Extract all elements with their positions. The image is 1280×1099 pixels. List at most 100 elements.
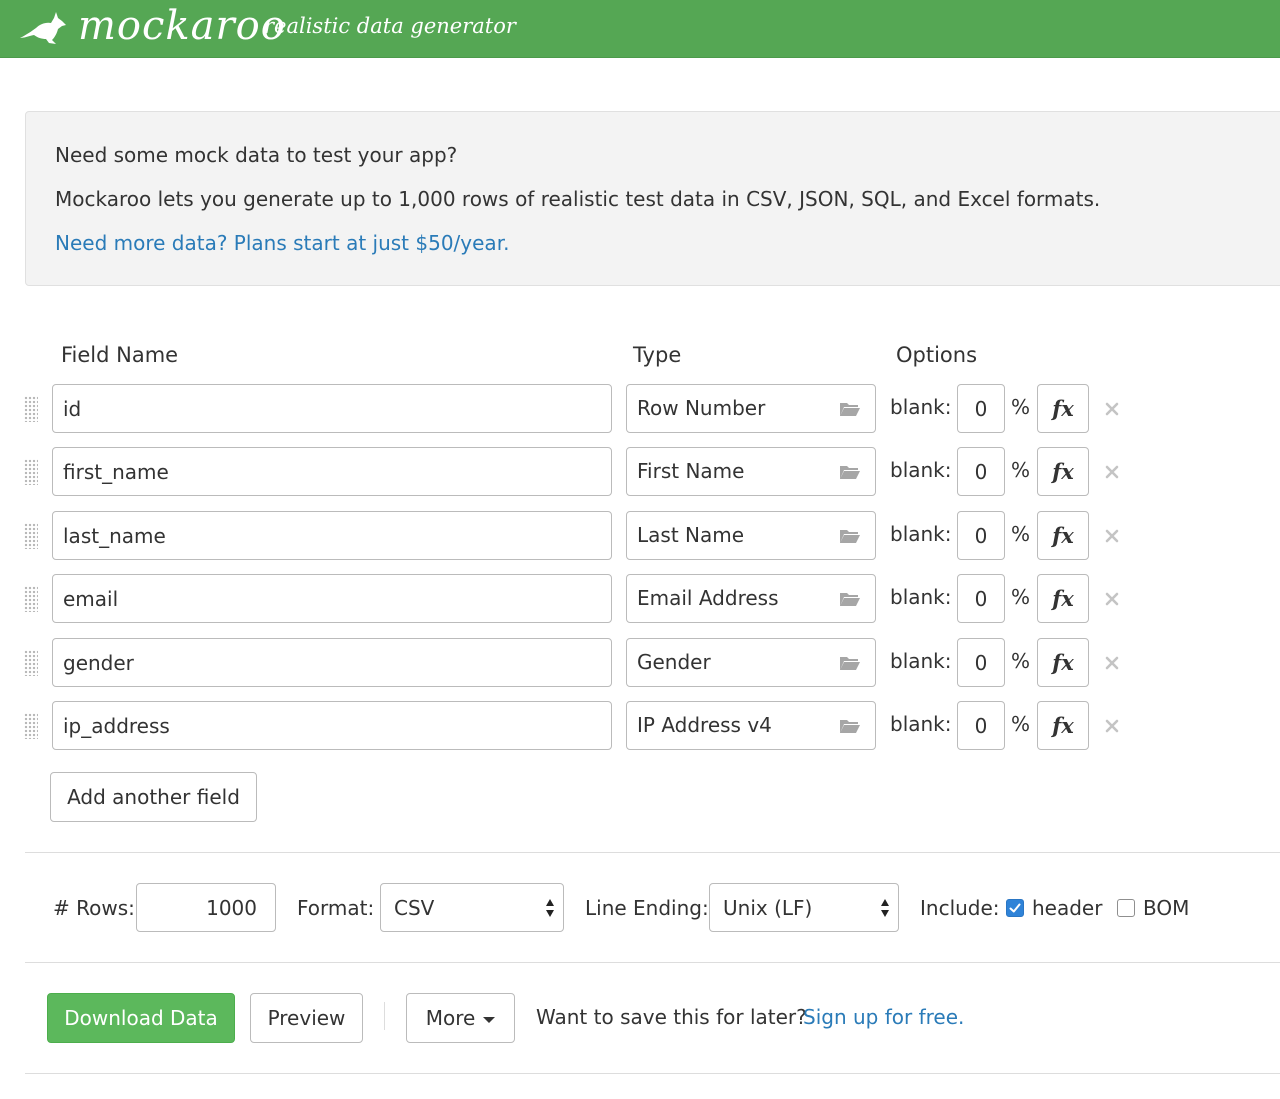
add-field-button[interactable]: Add another field (50, 772, 257, 822)
save-prompt: Want to save this for later? (536, 1005, 807, 1029)
divider (25, 852, 1280, 853)
blank-label: blank: (890, 585, 952, 609)
folder-open-icon (840, 530, 860, 543)
field-name-input[interactable] (52, 638, 612, 687)
percent-sign: % (1011, 585, 1031, 609)
formula-button[interactable]: fx (1037, 574, 1089, 623)
type-label: Row Number (637, 396, 766, 420)
top-header: mockaroo realistic data generator (0, 0, 1280, 58)
formula-button[interactable]: fx (1037, 701, 1089, 750)
tagline: realistic data generator (264, 14, 516, 38)
blank-label: blank: (890, 458, 952, 482)
type-header: Type (633, 343, 682, 367)
field-name-input[interactable] (52, 511, 612, 560)
field-name-input[interactable] (52, 384, 612, 433)
remove-field-icon[interactable] (1103, 590, 1121, 608)
divider (25, 962, 1280, 963)
percent-sign: % (1011, 458, 1031, 482)
kangaroo-logo-icon[interactable] (16, 8, 68, 48)
field-row: Email Address blank: % fx (0, 574, 1280, 626)
type-selector[interactable]: Last Name (626, 511, 876, 560)
remove-field-icon[interactable] (1103, 717, 1121, 735)
drag-handle-icon[interactable] (24, 713, 38, 739)
checkmark-icon (1009, 903, 1021, 913)
formula-button[interactable]: fx (1037, 511, 1089, 560)
type-selector[interactable]: IP Address v4 (626, 701, 876, 750)
rows-input[interactable] (136, 883, 276, 932)
blank-percent-input[interactable] (957, 638, 1005, 687)
rows-label: # Rows: (53, 896, 135, 920)
blank-label: blank: (890, 649, 952, 673)
drag-handle-icon[interactable] (24, 459, 38, 485)
bom-checkbox[interactable] (1117, 899, 1135, 917)
drag-handle-icon[interactable] (24, 650, 38, 676)
field-row: Last Name blank: % fx (0, 511, 1280, 563)
header-checkbox[interactable] (1006, 899, 1024, 917)
formula-button[interactable]: fx (1037, 447, 1089, 496)
drag-handle-icon[interactable] (24, 586, 38, 612)
blank-label: blank: (890, 395, 952, 419)
type-label: Gender (637, 650, 711, 674)
more-label: More (425, 1006, 476, 1030)
formula-button[interactable]: fx (1037, 384, 1089, 433)
type-label: First Name (637, 459, 745, 483)
folder-open-icon (840, 466, 860, 479)
header-checkbox-label[interactable]: header (1032, 894, 1102, 922)
blank-percent-input[interactable] (957, 574, 1005, 623)
field-name-input[interactable] (52, 574, 612, 623)
percent-sign: % (1011, 522, 1031, 546)
format-select[interactable]: CSV (380, 883, 564, 932)
field-row: Row Number blank: % fx (0, 384, 1280, 436)
folder-open-icon (840, 593, 860, 606)
type-label: Email Address (637, 586, 779, 610)
remove-field-icon[interactable] (1103, 527, 1121, 545)
download-data-button[interactable]: Download Data (47, 993, 235, 1043)
percent-sign: % (1011, 712, 1031, 736)
blank-percent-input[interactable] (957, 447, 1005, 496)
type-label: Last Name (637, 523, 745, 547)
formula-button[interactable]: fx (1037, 638, 1089, 687)
options-header: Options (896, 343, 978, 367)
format-value: CSV (394, 896, 435, 920)
format-label: Format: (297, 896, 375, 920)
logo-wordmark[interactable]: mockaroo (78, 2, 286, 50)
type-selector[interactable]: First Name (626, 447, 876, 496)
blank-percent-input[interactable] (957, 511, 1005, 560)
button-separator (384, 1002, 385, 1030)
field-row: IP Address v4 blank: % fx (0, 701, 1280, 753)
line-ending-value: Unix (LF) (723, 896, 813, 920)
drag-handle-icon[interactable] (24, 523, 38, 549)
field-name-input[interactable] (52, 447, 612, 496)
remove-field-icon[interactable] (1103, 654, 1121, 672)
blank-label: blank: (890, 712, 952, 736)
blank-label: blank: (890, 522, 952, 546)
remove-field-icon[interactable] (1103, 400, 1121, 418)
folder-open-icon (840, 403, 860, 416)
plans-link[interactable]: Need more data? Plans start at just $50/… (55, 229, 509, 257)
bom-checkbox-label[interactable]: BOM (1143, 894, 1189, 922)
percent-sign: % (1011, 649, 1031, 673)
blank-percent-input[interactable] (957, 701, 1005, 750)
field-row: Gender blank: % fx (0, 638, 1280, 690)
type-selector[interactable]: Row Number (626, 384, 876, 433)
folder-open-icon (840, 657, 860, 670)
remove-field-icon[interactable] (1103, 463, 1121, 481)
select-arrows-icon (546, 899, 554, 917)
field-name-header: Field Name (61, 343, 179, 367)
field-row: First Name blank: % fx (0, 447, 1280, 499)
type-label: IP Address v4 (637, 713, 772, 737)
signup-link[interactable]: Sign up for free. (803, 1003, 964, 1031)
intro-heading: Need some mock data to test your app? (55, 143, 458, 167)
preview-button[interactable]: Preview (250, 993, 363, 1043)
blank-percent-input[interactable] (957, 384, 1005, 433)
line-ending-label: Line Ending: (585, 896, 709, 920)
field-name-input[interactable] (52, 701, 612, 750)
type-selector[interactable]: Email Address (626, 574, 876, 623)
line-ending-select[interactable]: Unix (LF) (709, 883, 899, 932)
divider (25, 1073, 1280, 1074)
type-selector[interactable]: Gender (626, 638, 876, 687)
include-label: Include: (920, 896, 1000, 920)
caret-down-icon (483, 1016, 496, 1023)
more-dropdown-button[interactable]: More (406, 993, 515, 1043)
drag-handle-icon[interactable] (24, 396, 38, 422)
